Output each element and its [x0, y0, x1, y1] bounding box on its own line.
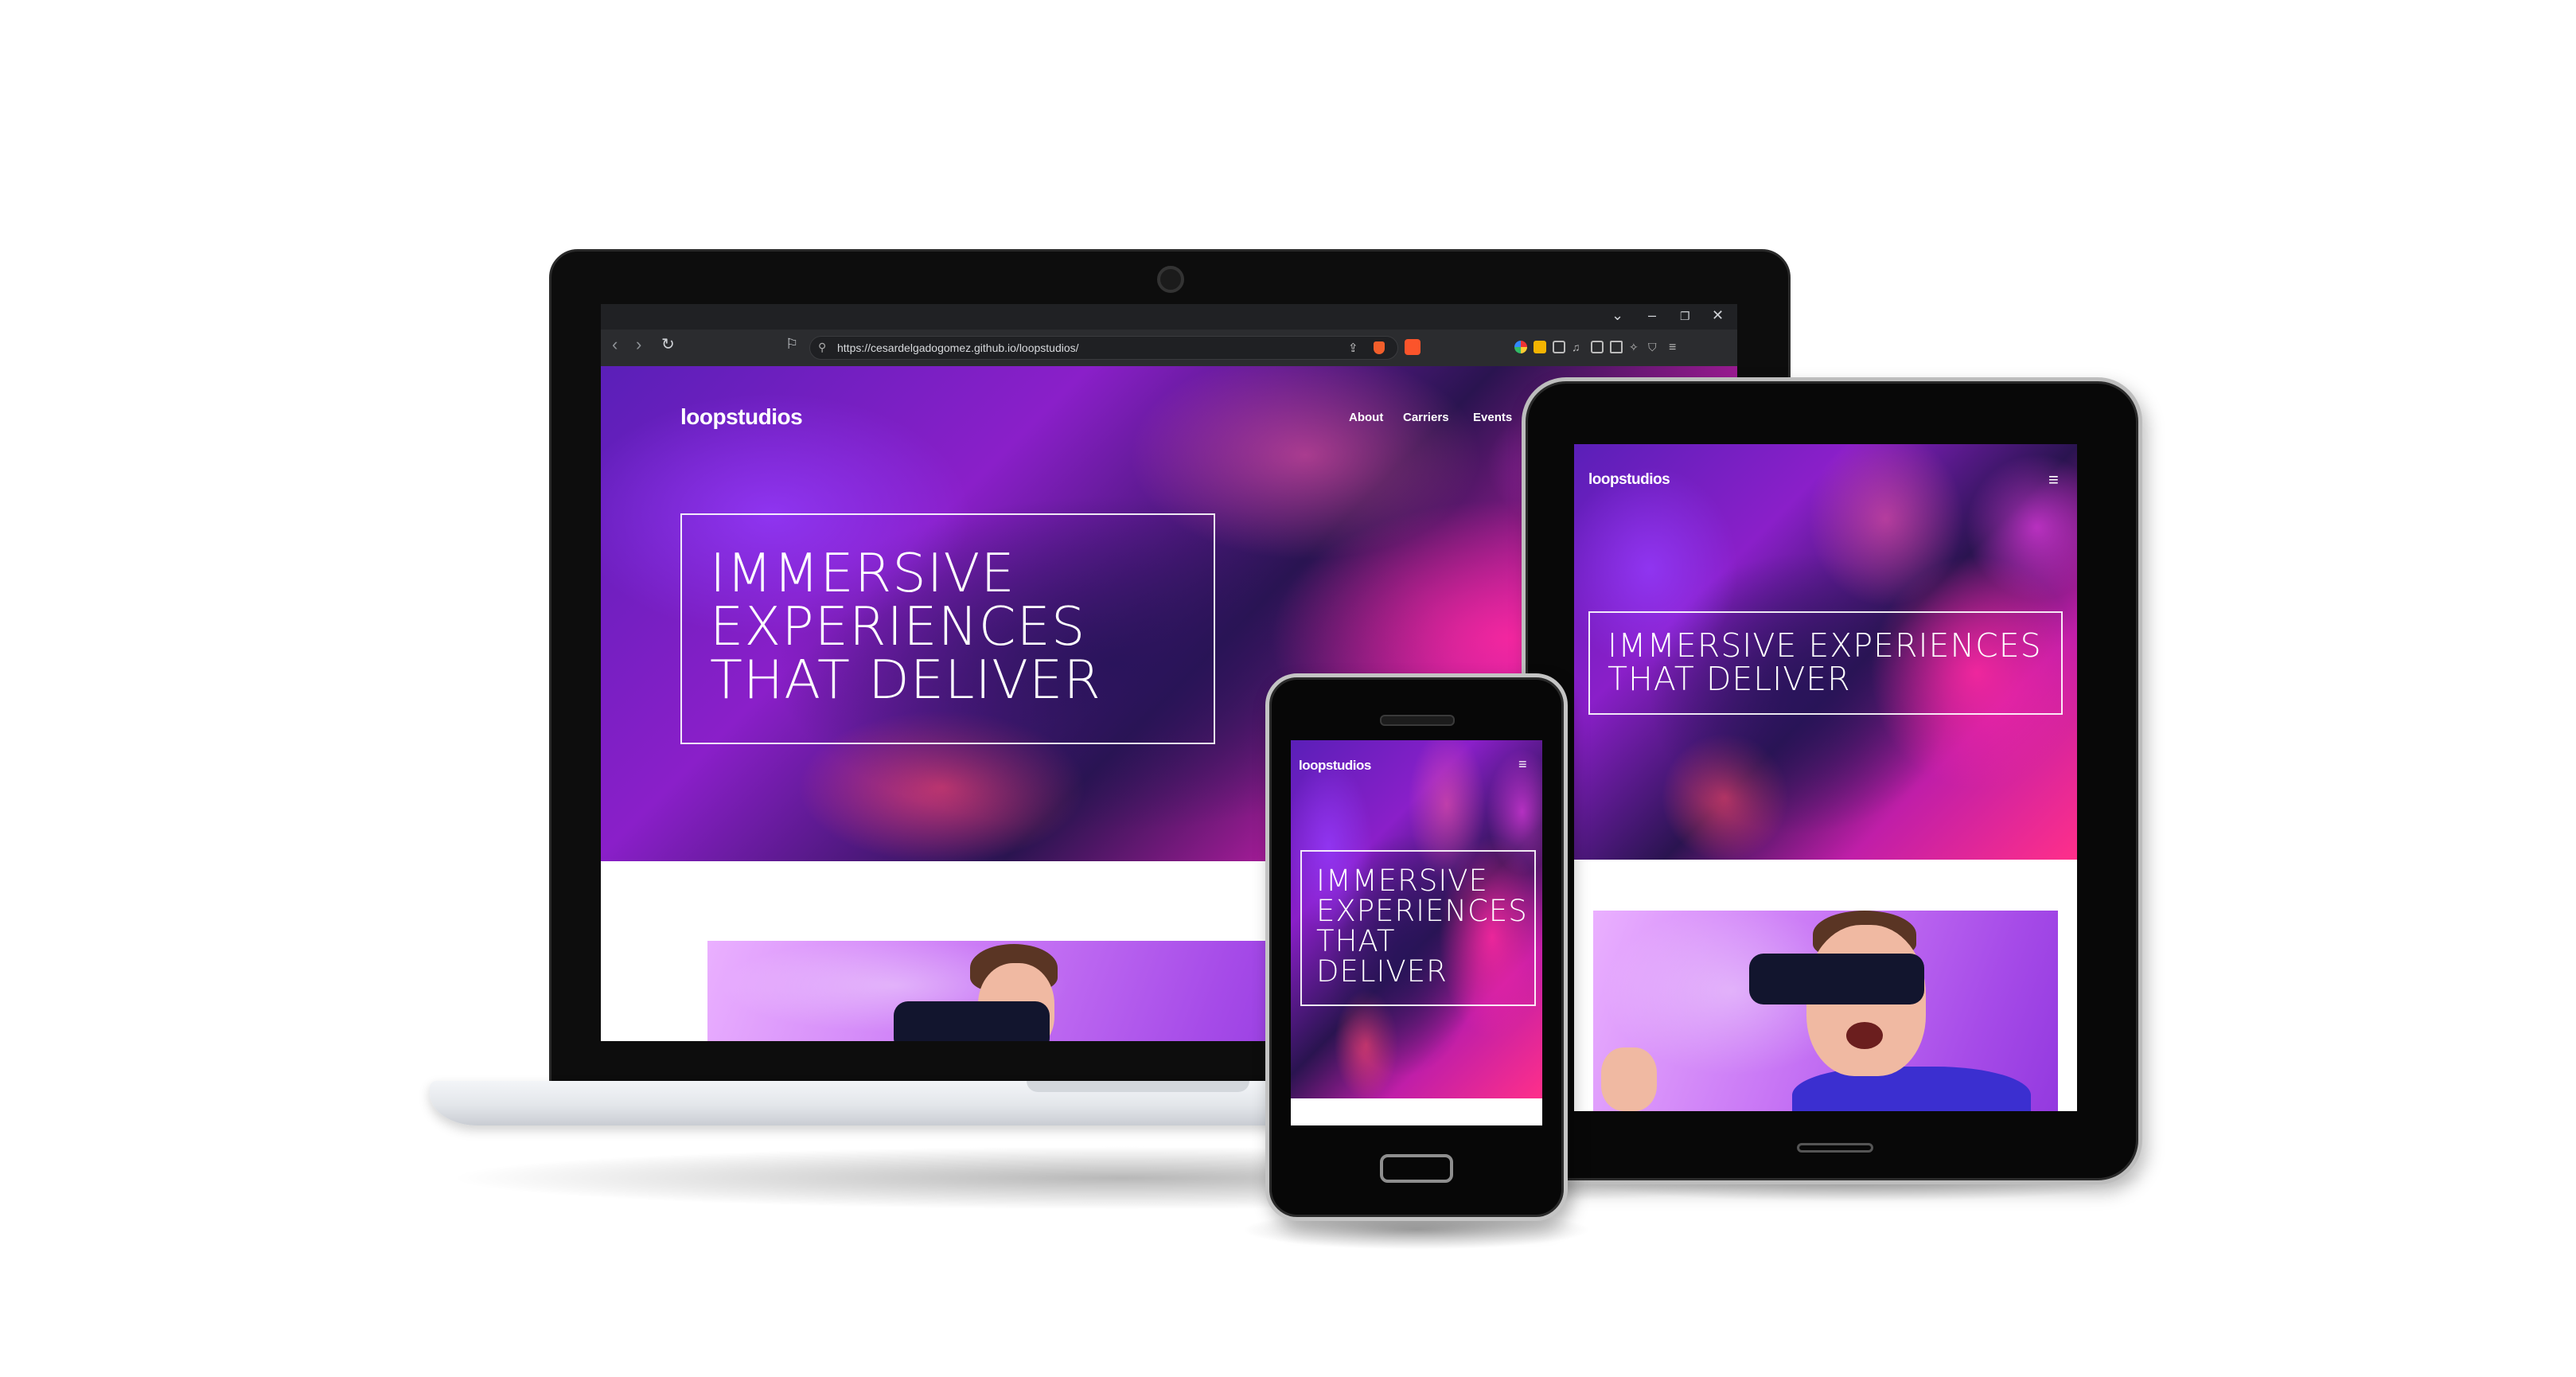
menu-icon[interactable]: ≡	[1669, 341, 1682, 354]
hamburger-menu-icon[interactable]: ≡	[2048, 470, 2059, 490]
extension-icon[interactable]	[1534, 341, 1546, 353]
nav-link-events[interactable]: Events	[1473, 411, 1512, 424]
hero-section: loopstudios ≡ IMMERSIVE EXPERIENCES THAT…	[1574, 444, 2077, 860]
phone-speaker	[1380, 715, 1455, 726]
hero-heading-line: EXPERIENCES	[710, 595, 1086, 657]
extension-icon[interactable]	[1514, 341, 1527, 353]
vr-person-hand	[1601, 1047, 1657, 1111]
sidebar-icon[interactable]	[1591, 341, 1604, 353]
nav-link-about[interactable]: About	[1349, 411, 1383, 424]
vr-person-mouth	[1846, 1022, 1883, 1049]
hero-heading-line: IMMERSIVE	[710, 542, 1015, 604]
phone-screen: loopstudios ≡ IMMERSIVE EXPERIENCES THAT…	[1291, 740, 1542, 1125]
tablet-screen: loopstudios ≡ IMMERSIVE EXPERIENCES THAT…	[1574, 444, 2077, 1111]
hero-heading-line: IMMERSIVE	[1316, 864, 1488, 898]
vpn-icon[interactable]: ⛉	[1648, 341, 1661, 353]
tab-dropdown-icon[interactable]: ⌄	[1611, 307, 1623, 324]
nav-link-carriers[interactable]: Carriers	[1403, 411, 1449, 424]
hero-heading-box: IMMERSIVE EXPERIENCES THAT DELIVER	[1300, 850, 1536, 1006]
forward-arrow-icon[interactable]: ›	[636, 334, 641, 355]
close-icon[interactable]: ✕	[1712, 307, 1724, 324]
hero-heading-box: IMMERSIVE EXPERIENCES THAT DELIVER	[680, 513, 1215, 744]
hero-heading-line: EXPERIENCES	[1316, 894, 1528, 928]
url-bar[interactable]: ⚲ https://cesardelgadogomez.github.io/lo…	[809, 336, 1398, 360]
hero-heading: IMMERSIVE EXPERIENCES THAT DELIVER	[710, 547, 1101, 707]
site-logo[interactable]: loopstudios	[1299, 758, 1371, 774]
hero-heading-line: THAT DELIVER	[710, 649, 1101, 711]
hero-heading-line: THAT	[1316, 924, 1396, 958]
vr-headset	[894, 1001, 1050, 1041]
hero-heading: IMMERSIVE EXPERIENCES THAT DELIVER	[1316, 866, 1528, 987]
bookmark-icon[interactable]: ⚐	[785, 336, 798, 353]
hero-heading-line: THAT DELIVER	[1608, 660, 1851, 698]
vr-headset	[1749, 954, 1924, 1004]
rewards-icon[interactable]	[1405, 339, 1421, 355]
wallet-icon[interactable]	[1610, 341, 1623, 353]
vr-person-shirt	[1792, 1067, 2031, 1111]
site-logo[interactable]: loopstudios	[1588, 471, 1670, 489]
site-logo[interactable]: loopstudios	[680, 404, 803, 430]
restore-icon[interactable]: ❐	[1680, 310, 1690, 323]
back-arrow-icon[interactable]: ‹	[612, 334, 618, 355]
hero-heading-box: IMMERSIVE EXPERIENCES THAT DELIVER	[1588, 611, 2063, 715]
reload-icon[interactable]: ↻	[661, 334, 675, 354]
hamburger-menu-icon[interactable]: ≡	[1518, 756, 1527, 773]
laptop-trackpad-notch	[1027, 1081, 1249, 1092]
hero-section: loopstudios ≡ IMMERSIVE EXPERIENCES THAT…	[1291, 740, 1542, 1098]
site-info-icon[interactable]: ⚲	[818, 341, 826, 354]
laptop-webcam	[1157, 266, 1184, 293]
vr-image	[707, 941, 1328, 1041]
music-icon[interactable]: ♫	[1572, 341, 1584, 353]
hero-heading-line: DELIVER	[1316, 954, 1448, 989]
share-icon[interactable]: ⇪	[1348, 341, 1358, 355]
url-text: https://cesardelgadogomez.github.io/loop…	[837, 341, 1079, 354]
tablet-home-button[interactable]	[1797, 1143, 1873, 1153]
minimize-icon[interactable]: –	[1648, 307, 1656, 324]
vr-image	[1593, 911, 2058, 1111]
sparkle-icon[interactable]: ✧	[1629, 341, 1642, 353]
shield-icon[interactable]	[1374, 341, 1385, 354]
hero-heading: IMMERSIVE EXPERIENCES THAT DELIVER	[1608, 629, 2042, 696]
puzzle-icon[interactable]	[1553, 341, 1565, 353]
browser-title-bar: ⌄ – ❐ ✕	[601, 304, 1737, 330]
hero-heading-line: IMMERSIVE EXPERIENCES	[1608, 626, 2042, 665]
phone-home-button[interactable]	[1380, 1154, 1453, 1183]
